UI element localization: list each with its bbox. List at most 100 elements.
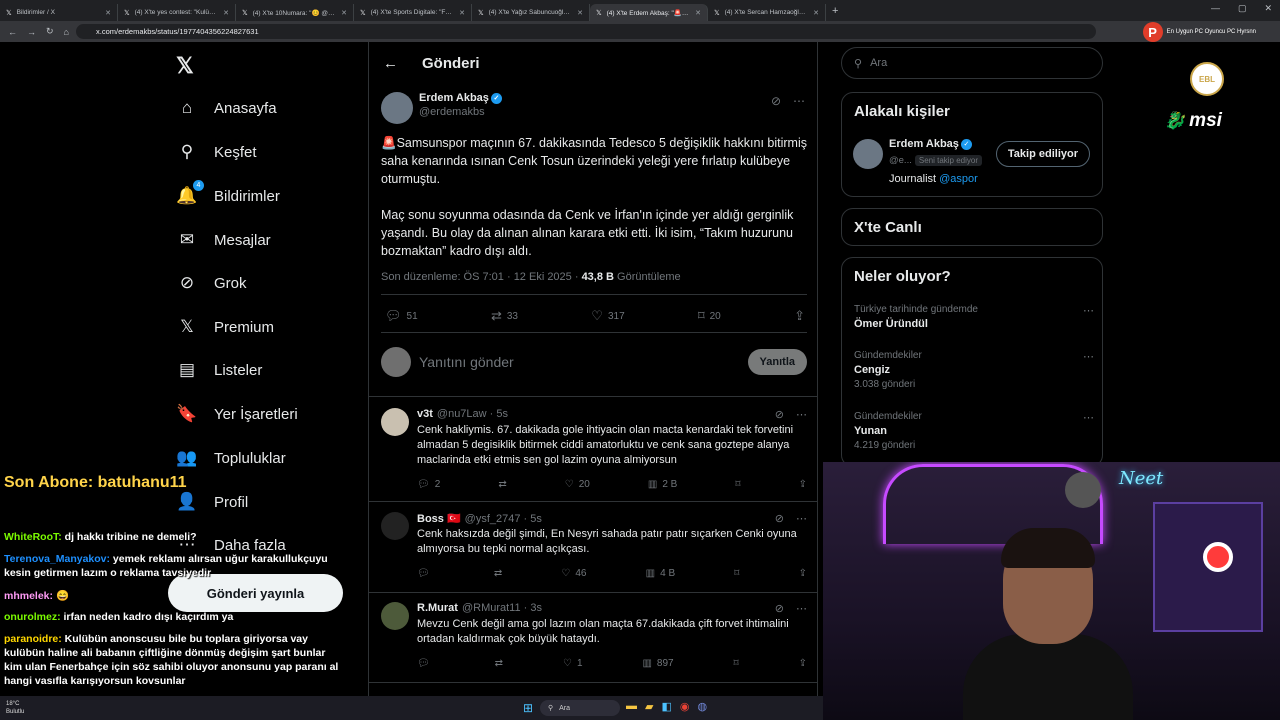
reply-author-name[interactable]: R.Murat bbox=[417, 602, 458, 614]
related-handle[interactable]: @e... bbox=[889, 155, 912, 166]
following-button[interactable]: Takip ediliyor bbox=[995, 141, 1090, 167]
close-tab-icon[interactable]: ✕ bbox=[341, 9, 347, 17]
reply-post[interactable]: v3t @nu7Law · 5s ⊘ ⋯ Cenk hakliymis. 67. dak… bbox=[381, 408, 807, 498]
bookmark-action[interactable]: ⌑ bbox=[734, 658, 739, 669]
profile-avatar[interactable]: P bbox=[1142, 22, 1163, 42]
share-action[interactable]: ⇪ bbox=[799, 658, 807, 669]
author-handle[interactable]: @erdemakbs bbox=[419, 106, 502, 118]
reply-author-handle[interactable]: @RMurat11 · 3s bbox=[462, 602, 542, 614]
more-icon[interactable]: ⋯ bbox=[1083, 304, 1094, 317]
live-card[interactable]: X'te Canlı bbox=[841, 208, 1103, 246]
taskbar-search[interactable]: ⚲ Ara bbox=[540, 700, 620, 716]
close-tab-icon[interactable]: ✕ bbox=[459, 9, 465, 17]
post-author[interactable]: Erdem Akbaş ✓ @erdemakbs bbox=[381, 92, 502, 124]
reply-action[interactable]: 💬︎ 51 bbox=[385, 308, 418, 324]
share-action[interactable]: ⇪ bbox=[794, 308, 805, 324]
like-action[interactable]: ♡ 46 bbox=[561, 568, 586, 579]
close-tab-icon[interactable]: ✕ bbox=[223, 9, 229, 17]
back-icon[interactable]: ← bbox=[8, 27, 17, 37]
like-action[interactable]: ♡ 20 bbox=[565, 479, 590, 490]
more-icon[interactable]: ⋯ bbox=[1083, 411, 1094, 424]
reply-avatar[interactable] bbox=[381, 512, 409, 540]
reload-icon[interactable]: ↻ bbox=[46, 26, 54, 37]
nav-item-search[interactable]: ⚲ Keşfet bbox=[176, 142, 257, 162]
home-icon[interactable]: ⌂ bbox=[64, 27, 69, 37]
trend-item[interactable]: Türkiye tarihinde gündemde Ömer Üründül ⋯ bbox=[854, 304, 1094, 330]
grok-icon[interactable]: ⊘ bbox=[775, 408, 784, 421]
close-window-icon[interactable]: ✕ bbox=[1264, 3, 1272, 14]
share-action[interactable]: ⇪ bbox=[799, 479, 807, 490]
bookmark-action[interactable]: ⌑ bbox=[735, 479, 740, 490]
weather-widget[interactable]: 18°C Bulutlu bbox=[6, 700, 24, 716]
bookmark-action[interactable]: ⌑ 20 bbox=[698, 308, 721, 324]
reply-avatar[interactable] bbox=[381, 602, 409, 630]
repost-action[interactable]: ⇄ bbox=[494, 568, 502, 579]
repost-action[interactable]: ⇄ bbox=[498, 479, 506, 490]
nav-item-grok[interactable]: ⊘ Grok bbox=[176, 273, 247, 293]
author-name[interactable]: Erdem Akbaş bbox=[419, 92, 489, 104]
reply-author-handle[interactable]: @ysf_2747 · 5s bbox=[465, 513, 542, 525]
close-tab-icon[interactable]: ✕ bbox=[577, 9, 583, 17]
post-timestamp[interactable]: Son düzenleme: ÖS 7:01 · 12 Eki 2025 · bbox=[381, 271, 582, 283]
trend-item[interactable]: Gündemdekiler Yunan 4.219 gönderi ⋯ bbox=[854, 411, 1094, 451]
grok-icon[interactable]: ⊘ bbox=[775, 512, 784, 525]
url-field[interactable]: x.com/erdemakbs/status/19774043562248276… bbox=[76, 24, 1096, 39]
x-logo-icon[interactable]: 𝕏 bbox=[176, 53, 194, 79]
more-icon[interactable]: ⋯ bbox=[796, 512, 807, 525]
reply-action[interactable]: 💬︎ bbox=[417, 568, 435, 579]
browser-tab[interactable]: 𝕏 (4) X'te Yağız Sabuncuoğlu: "Cs ✕ bbox=[472, 4, 590, 21]
maximize-icon[interactable]: ▢ bbox=[1238, 3, 1247, 14]
browser-tab[interactable]: 𝕏 Bildirimler / X ✕ bbox=[0, 4, 118, 21]
like-action[interactable]: ♡ 317 bbox=[591, 308, 624, 324]
reply-button[interactable]: Yanıtla bbox=[747, 349, 807, 375]
chrome-icon[interactable]: ◉ bbox=[680, 700, 690, 713]
forward-icon[interactable]: → bbox=[27, 27, 36, 37]
search-input[interactable]: Ara bbox=[870, 57, 887, 69]
browser-tab[interactable]: 𝕏 (4) X'te Sports Digitale: "Fenert ✕ bbox=[354, 4, 472, 21]
back-arrow-icon[interactable]: ← bbox=[383, 55, 398, 72]
close-tab-icon[interactable]: ✕ bbox=[813, 9, 819, 17]
reply-post[interactable]: Boss 🇹🇷 @ysf_2747 · 5s ⊘ ⋯ Cenk haksızda değ… bbox=[381, 512, 807, 602]
minimize-icon[interactable]: — bbox=[1211, 3, 1220, 14]
views-action[interactable]: ▥ 2 B bbox=[648, 479, 677, 490]
my-avatar[interactable] bbox=[381, 347, 411, 377]
folder-icon[interactable]: ▰ bbox=[645, 700, 653, 713]
author-avatar[interactable] bbox=[381, 92, 413, 124]
views-action[interactable]: ▥ 897 bbox=[642, 658, 673, 669]
discord-icon[interactable]: ◍ bbox=[697, 700, 707, 713]
like-action[interactable]: ♡ 1 bbox=[563, 658, 583, 669]
browser-tab[interactable]: 𝕏 (4) X'te yes contest: "Kulübün a ✕ bbox=[118, 4, 236, 21]
grok-icon[interactable]: ⊘ bbox=[771, 94, 781, 108]
grok-icon[interactable]: ⊘ bbox=[775, 602, 784, 615]
close-tab-icon[interactable]: ✕ bbox=[105, 9, 111, 17]
repost-action[interactable]: ⇄ 33 bbox=[491, 308, 518, 324]
browser-profile[interactable]: P En Uygun PC Oyuncu PC Hyrsnn bbox=[1142, 22, 1256, 42]
windows-start-icon[interactable]: ⊞ bbox=[523, 701, 533, 715]
related-name[interactable]: Erdem Akbaş bbox=[889, 138, 959, 150]
reply-author-handle[interactable]: @nu7Law · 5s bbox=[437, 408, 508, 420]
nav-item-profile[interactable]: 👤 Profil bbox=[176, 492, 248, 512]
trend-item[interactable]: Gündemdekiler Cengiz 3.038 gönderi ⋯ bbox=[854, 350, 1094, 390]
reply-post[interactable]: R.Murat @RMurat11 · 3s ⊘ ⋯ Mevzu Cenk değil … bbox=[381, 602, 807, 692]
views-action[interactable]: ▥ 4 B bbox=[646, 568, 675, 579]
repost-action[interactable]: ⇄ bbox=[495, 658, 503, 669]
nav-item-bookmark[interactable]: 🔖 Yer İşaretleri bbox=[176, 404, 297, 424]
related-bio-link[interactable]: @aspor bbox=[939, 173, 978, 185]
store-icon[interactable]: ◧ bbox=[661, 700, 671, 713]
nav-item-mail[interactable]: ✉ Mesajlar bbox=[176, 230, 271, 250]
share-action[interactable]: ⇪ bbox=[799, 568, 807, 579]
bookmark-action[interactable]: ⌑ bbox=[734, 568, 739, 579]
reply-author-name[interactable]: Boss 🇹🇷 bbox=[417, 512, 461, 525]
nav-item-home[interactable]: ⌂ Anasayfa bbox=[176, 98, 277, 118]
browser-tab[interactable]: 𝕏 (4) X'te 10Numara: "😊 @Rezz ✕ bbox=[236, 4, 354, 21]
nav-item-list[interactable]: ▤ Listeler bbox=[176, 360, 262, 380]
browser-tab[interactable]: 𝕏 (4) X'te Sercan Hamzaoğlu: "Cs ✕ bbox=[708, 4, 826, 21]
related-avatar[interactable] bbox=[853, 139, 883, 169]
nav-item-x-premium[interactable]: 𝕏 Premium bbox=[176, 317, 274, 337]
more-icon[interactable]: ⋯ bbox=[796, 408, 807, 421]
search-box[interactable]: ⚲ Ara bbox=[841, 47, 1103, 79]
reply-action[interactable]: 💬︎ 2 bbox=[417, 479, 440, 490]
more-icon[interactable]: ⋯ bbox=[796, 602, 807, 615]
reply-input[interactable]: Yanıtını gönder bbox=[419, 354, 740, 370]
nav-item-bell[interactable]: 🔔 4 Bildirimler bbox=[176, 180, 280, 206]
